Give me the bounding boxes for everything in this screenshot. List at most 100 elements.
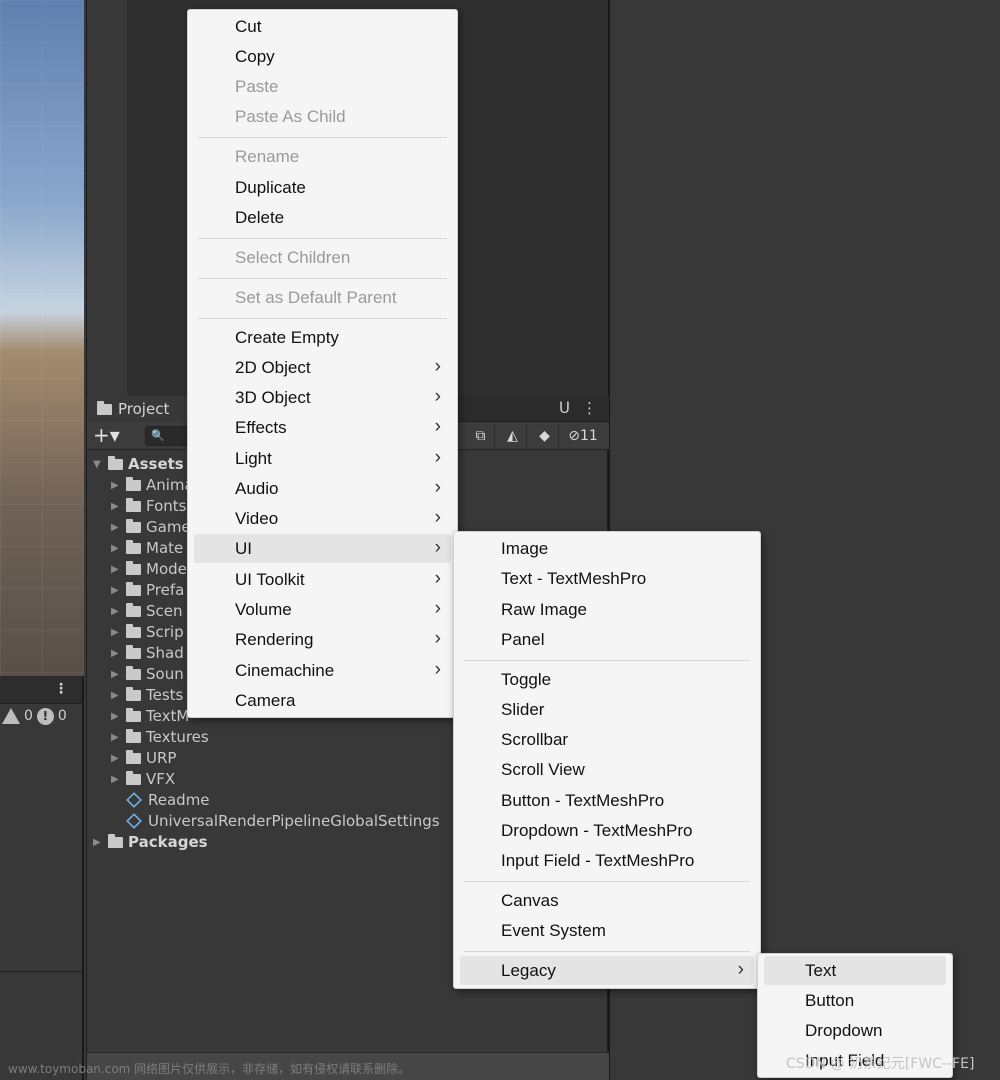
menu-item-label: Duplicate: [235, 177, 306, 197]
menu-item-label: Set as Default Parent: [235, 287, 397, 307]
tree-row[interactable]: ▶ VFX: [111, 769, 175, 789]
menu-item-rendering[interactable]: Rendering ›: [194, 625, 451, 654]
menu-item-legacy[interactable]: Legacy ›: [460, 956, 754, 985]
menu-item-panel[interactable]: Panel: [460, 625, 754, 654]
tree-row-assets[interactable]: ▼ Assets: [93, 454, 184, 474]
expand-arrow-icon[interactable]: ▶: [111, 669, 121, 680]
kebab-menu-icon[interactable]: ⋮: [54, 681, 68, 697]
menu-item-2d-object[interactable]: 2D Object ›: [194, 353, 451, 382]
menu-item-label: Event System: [501, 920, 606, 940]
menu-item-toggle[interactable]: Toggle: [460, 665, 754, 694]
hidden-count: 11: [579, 428, 598, 444]
menu-item-set-default-parent: Set as Default Parent: [194, 283, 451, 312]
menu-item-ui[interactable]: UI ›: [194, 534, 451, 563]
expand-arrow-icon[interactable]: ▶: [111, 543, 121, 554]
filter-by-type-icon[interactable]: ◭: [499, 424, 527, 448]
tree-row[interactable]: ▶ Prefa: [111, 580, 184, 600]
tab-project[interactable]: Project: [87, 396, 191, 422]
tree-row[interactable]: UniversalRenderPipelineGlobalSettings: [126, 811, 440, 831]
tree-row[interactable]: ▶ Anima: [111, 475, 194, 495]
menu-item-event-system[interactable]: Event System: [460, 916, 754, 945]
expand-arrow-icon[interactable]: ▶: [111, 648, 121, 659]
menu-item-copy[interactable]: Copy: [194, 42, 451, 71]
menu-item-camera[interactable]: Camera: [194, 686, 451, 715]
hidden-packages-icon[interactable]: ⊘ 11: [563, 424, 603, 448]
expand-arrow-icon[interactable]: ▶: [111, 522, 121, 533]
menu-item-audio[interactable]: Audio ›: [194, 474, 451, 503]
menu-item-legacy-button[interactable]: Button: [764, 986, 946, 1015]
search-input[interactable]: 🔍: [145, 426, 191, 446]
menu-item-canvas[interactable]: Canvas: [460, 886, 754, 915]
expand-arrow-icon[interactable]: ▶: [111, 690, 121, 701]
menu-item-volume[interactable]: Volume ›: [194, 595, 451, 624]
expand-arrow-icon[interactable]: ▶: [93, 837, 103, 848]
scene-view[interactable]: [0, 0, 84, 676]
search-by-scene-icon[interactable]: ⧉: [467, 424, 495, 448]
menu-item-label: Select Children: [235, 247, 351, 267]
expand-arrow-icon[interactable]: ▶: [111, 711, 121, 722]
menu-item-slider[interactable]: Slider: [460, 695, 754, 724]
expand-arrow-icon[interactable]: ▶: [111, 606, 121, 617]
tree-row[interactable]: ▶ Scen: [111, 601, 183, 621]
tree-row-label: UniversalRenderPipelineGlobalSettings: [148, 812, 440, 830]
folder-icon: [126, 539, 141, 554]
menu-item-scrollbar[interactable]: Scrollbar: [460, 725, 754, 754]
menu-item-light[interactable]: Light ›: [194, 444, 451, 473]
menu-item-image[interactable]: Image: [460, 534, 754, 563]
tree-row[interactable]: ▶ Tests: [111, 685, 183, 705]
filter-by-label-icon[interactable]: ◆: [531, 424, 559, 448]
tree-row[interactable]: ▶ Scrip: [111, 622, 184, 642]
expand-arrow-icon[interactable]: ▶: [111, 753, 121, 764]
menu-item-label: Image: [501, 538, 549, 558]
expand-arrow-icon[interactable]: ▶: [111, 564, 121, 575]
menu-item-effects[interactable]: Effects ›: [194, 413, 451, 442]
menu-item-dropdown-textmeshpro[interactable]: Dropdown - TextMeshPro: [460, 816, 754, 845]
tree-row[interactable]: ▶ TextM: [111, 706, 189, 726]
menu-item-duplicate[interactable]: Duplicate: [194, 173, 451, 202]
tree-row-label: Prefa: [146, 581, 185, 599]
tree-row[interactable]: ▶ Mate: [111, 538, 183, 558]
expand-arrow-icon[interactable]: ▶: [111, 480, 121, 491]
expand-arrow-icon[interactable]: ▶: [111, 732, 121, 743]
menu-item-cinemachine[interactable]: Cinemachine ›: [194, 656, 451, 685]
console-counts: 0 ! 0: [0, 704, 82, 728]
tree-row[interactable]: ▶ Mode: [111, 559, 187, 579]
menu-item-label: Raw Image: [501, 599, 587, 619]
expand-arrow-icon[interactable]: ▶: [111, 627, 121, 638]
menu-item-delete[interactable]: Delete: [194, 203, 451, 232]
folder-icon: [126, 476, 141, 491]
menu-item-label: Slider: [501, 699, 545, 719]
menu-item-3d-object[interactable]: 3D Object ›: [194, 383, 451, 412]
folder-icon: [108, 455, 123, 470]
menu-item-cut[interactable]: Cut: [194, 12, 451, 41]
warning-icon[interactable]: [2, 708, 20, 724]
menu-item-legacy-text[interactable]: Text: [764, 956, 946, 985]
menu-item-video[interactable]: Video ›: [194, 504, 451, 533]
tree-row[interactable]: ▶ Shad: [111, 643, 184, 663]
kebab-menu-icon[interactable]: ⋮: [582, 399, 597, 417]
menu-item-legacy-dropdown[interactable]: Dropdown: [764, 1016, 946, 1045]
tree-row[interactable]: ▶ Textures: [111, 727, 209, 747]
add-asset-button[interactable]: +▾: [93, 423, 120, 447]
expand-arrow-icon[interactable]: ▶: [111, 501, 121, 512]
tree-row-label: Mode: [146, 560, 187, 578]
menu-item-ui-toolkit[interactable]: UI Toolkit ›: [194, 565, 451, 594]
tree-row[interactable]: ▶ Soun: [111, 664, 184, 684]
error-icon[interactable]: !: [36, 707, 54, 725]
folder-icon: [126, 749, 141, 764]
tree-row[interactable]: ▶ Game: [111, 517, 191, 537]
menu-item-text-textmeshpro[interactable]: Text - TextMeshPro: [460, 564, 754, 593]
menu-item-input-field-textmeshpro[interactable]: Input Field - TextMeshPro: [460, 846, 754, 875]
lock-icon[interactable]: ᑌ: [559, 399, 570, 417]
expand-arrow-icon[interactable]: ▼: [93, 459, 103, 470]
menu-item-raw-image[interactable]: Raw Image: [460, 595, 754, 624]
tree-row[interactable]: ▶ URP: [111, 748, 176, 768]
tree-row[interactable]: ▶ Fonts: [111, 496, 186, 516]
expand-arrow-icon[interactable]: ▶: [111, 774, 121, 785]
tree-row[interactable]: Readme: [126, 790, 210, 810]
tree-row-packages[interactable]: ▶ Packages: [93, 832, 208, 852]
menu-item-button-textmeshpro[interactable]: Button - TextMeshPro: [460, 786, 754, 815]
menu-item-create-empty[interactable]: Create Empty: [194, 323, 451, 352]
menu-item-scroll-view[interactable]: Scroll View: [460, 755, 754, 784]
expand-arrow-icon[interactable]: ▶: [111, 585, 121, 596]
